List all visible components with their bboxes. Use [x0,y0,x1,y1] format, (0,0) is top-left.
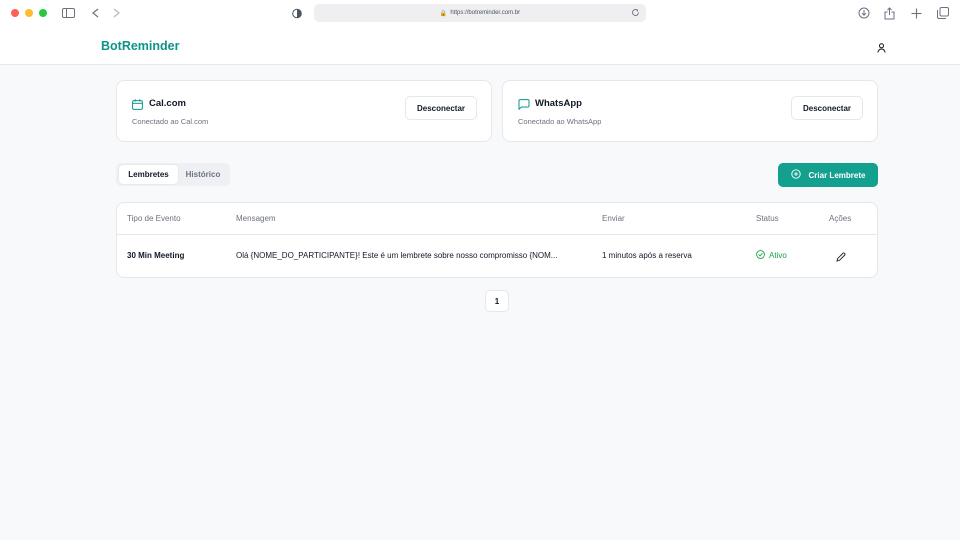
row-send-time: 1 minutos após a reserva [602,251,692,260]
sidebar-toggle-icon[interactable] [62,5,75,21]
whatsapp-integration-card: WhatsApp Conectado ao WhatsApp Desconect… [502,80,878,142]
column-header-actions: Ações [829,214,852,223]
calcom-disconnect-button[interactable]: Desconectar [405,96,477,120]
maximize-window-button[interactable] [39,9,47,17]
status-label: Ativo [769,251,787,260]
column-header-message: Mensagem [236,214,276,223]
forward-icon[interactable] [113,5,120,21]
minimize-window-button[interactable] [25,9,33,17]
app-header: BotReminder [0,26,960,65]
whatsapp-status: Conectado ao WhatsApp [518,117,602,126]
message-icon [518,97,530,115]
calcom-integration-card: Cal.com Conectado ao Cal.com Desconectar [116,80,492,142]
lock-icon: 🔒 [439,10,448,17]
user-icon[interactable] [877,40,886,58]
reminders-table: Tipo de Evento Mensagem Enviar Status Aç… [116,202,878,278]
privacy-shield-icon[interactable] [292,5,302,21]
tab-overview-icon[interactable] [937,5,949,21]
check-circle-icon [756,250,765,261]
column-header-event-type: Tipo de Evento [127,214,181,223]
plus-circle-icon [790,169,801,181]
close-window-button[interactable] [11,9,19,17]
share-icon[interactable] [884,5,895,21]
calcom-status: Conectado ao Cal.com [132,117,209,126]
calendar-icon [132,97,143,115]
edit-pencil-icon[interactable] [836,249,846,267]
whatsapp-title: WhatsApp [535,98,582,109]
column-header-status: Status [756,214,779,223]
url-text: https://botreminder.com.br [450,10,521,16]
tab-historico[interactable]: Histórico [178,165,228,184]
reload-icon[interactable] [631,8,640,19]
window-controls [11,9,47,17]
row-event-type: 30 Min Meeting [127,251,185,260]
download-icon[interactable] [858,5,870,21]
back-icon[interactable] [92,5,99,21]
tab-lembretes[interactable]: Lembretes [119,165,178,184]
calcom-title: Cal.com [149,98,186,109]
reminder-tabs: Lembretes Histórico [116,163,230,186]
column-header-send: Enviar [602,214,625,223]
row-message: Olá {NOME_DO_PARTICIPANTE}! Este é um le… [236,251,558,260]
new-tab-icon[interactable] [911,5,922,21]
brand-logo-text[interactable]: BotReminder [101,39,179,53]
address-bar[interactable]: 🔒 https://botreminder.com.br [314,4,646,22]
whatsapp-disconnect-button[interactable]: Desconectar [791,96,863,120]
table-header-divider [117,234,877,235]
status-badge: Ativo [756,250,787,261]
browser-toolbar: 🔒 https://botreminder.com.br [0,0,960,26]
create-reminder-button[interactable]: Criar Lembrete [778,163,878,187]
create-reminder-label: Criar Lembrete [808,170,866,180]
pagination-page-1[interactable]: 1 [485,290,509,312]
